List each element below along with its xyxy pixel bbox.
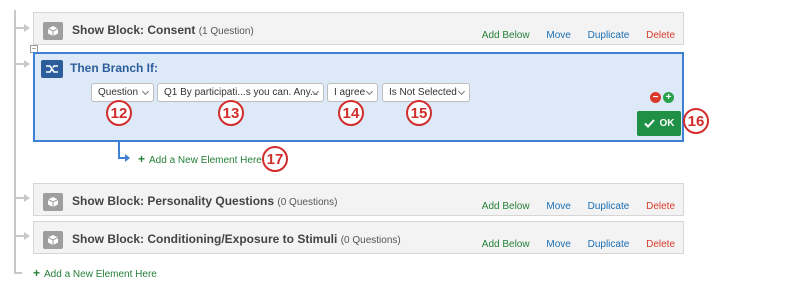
block-cube-icon — [43, 22, 63, 40]
block-title: Show Block: Consent (1 Question) — [72, 23, 254, 37]
flow-arrow-icon — [24, 232, 30, 240]
block-title: Show Block: Conditioning/Exposure to Sti… — [72, 232, 401, 246]
add-below-link[interactable]: Add Below — [482, 201, 530, 212]
move-link[interactable]: Move — [546, 30, 570, 41]
add-element-link-branch[interactable]: + Add a New Element Here — [138, 152, 262, 166]
remove-condition-icon[interactable]: − — [650, 92, 661, 103]
operator-select-dropdown[interactable]: Is Not Selected — [382, 83, 470, 102]
condition-type-value: Question — [98, 87, 139, 98]
block-question-count: (1 Question) — [198, 26, 254, 37]
block-title: Show Block: Personality Questions (0 Que… — [72, 194, 337, 208]
flow-connector — [14, 272, 22, 274]
annotation-badge: 16 — [683, 108, 709, 134]
delete-link[interactable]: Delete — [646, 239, 675, 250]
flow-arrow-icon — [24, 24, 30, 32]
duplicate-link[interactable]: Duplicate — [588, 30, 630, 41]
branch-element: Then Branch If: Question Q1 By participa… — [33, 52, 684, 142]
annotation-badge: 14 — [338, 100, 364, 126]
block-actions: Add Below Move Duplicate Delete — [468, 239, 675, 250]
annotation-badge: 12 — [106, 100, 132, 126]
flow-arrow-icon — [24, 194, 30, 202]
condition-type-dropdown[interactable]: Question — [91, 83, 154, 102]
add-below-link[interactable]: Add Below — [482, 239, 530, 250]
plus-icon: + — [138, 152, 146, 166]
chevron-down-icon — [457, 87, 466, 96]
block-question-count: (0 Questions) — [340, 235, 401, 246]
ok-button[interactable]: OK — [637, 111, 681, 136]
add-element-label: Add a New Element Here — [149, 155, 262, 166]
block-title-text: Show Block: Personality Questions — [72, 194, 275, 208]
flow-arrow-icon — [24, 60, 30, 68]
block-title-text: Show Block: Conditioning/Exposure to Sti… — [72, 232, 338, 246]
annotation-badge: 15 — [406, 100, 432, 126]
chevron-down-icon — [141, 87, 150, 96]
chevron-down-icon — [365, 87, 374, 96]
add-element-label: Add a New Element Here — [44, 269, 157, 280]
delete-link[interactable]: Delete — [646, 30, 675, 41]
block-consent: Show Block: Consent (1 Question) Add Bel… — [33, 12, 684, 45]
branch-title: Then Branch If: — [70, 61, 159, 75]
add-condition-icon[interactable]: + — [663, 92, 674, 103]
move-link[interactable]: Move — [546, 201, 570, 212]
duplicate-link[interactable]: Duplicate — [588, 239, 630, 250]
block-personality: Show Block: Personality Questions (0 Que… — [33, 183, 684, 216]
add-below-link[interactable]: Add Below — [482, 30, 530, 41]
question-select-value: Q1 By participati...s you can. Any... — [164, 87, 319, 98]
duplicate-link[interactable]: Duplicate — [588, 201, 630, 212]
branch-arrow-icon — [125, 154, 130, 162]
delete-link[interactable]: Delete — [646, 201, 675, 212]
move-link[interactable]: Move — [546, 239, 570, 250]
ok-label: OK — [659, 118, 675, 129]
answer-select-value: I agree — [334, 87, 366, 98]
block-title-text: Show Block: Consent — [72, 23, 196, 37]
branch-icon — [41, 60, 63, 78]
block-cube-icon — [43, 231, 63, 249]
checkmark-icon — [643, 119, 655, 128]
block-actions: Add Below Move Duplicate Delete — [468, 201, 675, 212]
block-question-count: (0 Questions) — [277, 197, 338, 208]
block-actions: Add Below Move Duplicate Delete — [468, 30, 675, 41]
add-element-link-bottom[interactable]: + Add a New Element Here — [33, 266, 157, 280]
plus-icon: + — [33, 266, 41, 280]
annotation-badge: 13 — [218, 100, 244, 126]
annotation-badge: 17 — [262, 146, 288, 172]
operator-select-value: Is Not Selected — [389, 87, 457, 98]
question-select-dropdown[interactable]: Q1 By participati...s you can. Any... — [157, 83, 324, 102]
block-cube-icon — [43, 193, 63, 211]
block-conditioning: Show Block: Conditioning/Exposure to Sti… — [33, 221, 684, 254]
